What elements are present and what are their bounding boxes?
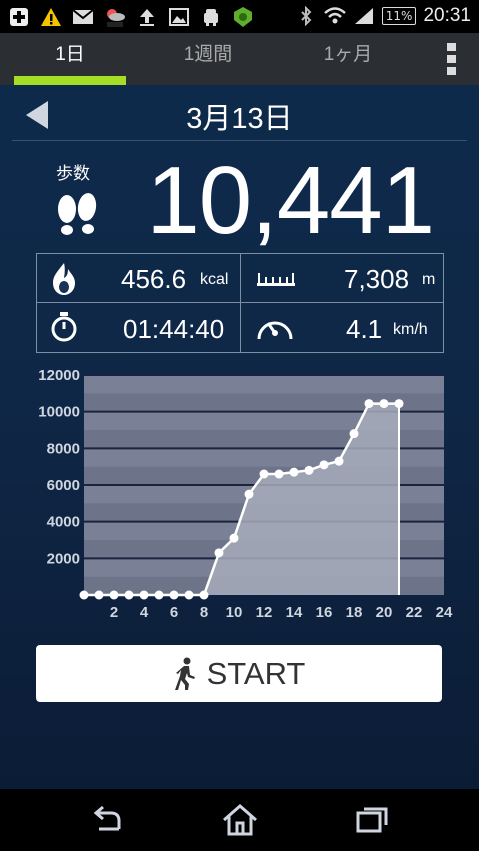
status-right: 11% 20:31 <box>295 5 471 27</box>
data-point <box>79 590 89 600</box>
notification-icons <box>8 6 254 28</box>
x-tick-label: 24 <box>436 604 453 621</box>
mail-icon <box>72 7 94 27</box>
data-point <box>244 489 254 499</box>
active-tab-indicator <box>14 76 126 85</box>
x-tick-label: 18 <box>346 604 363 621</box>
warning-icon <box>40 7 62 27</box>
x-tick-label: 12 <box>256 604 273 621</box>
overflow-menu-icon[interactable] <box>447 43 457 75</box>
y-tick-label: 6000 <box>47 477 80 494</box>
upload-icon <box>136 7 158 27</box>
battery-level: 11% <box>381 7 417 25</box>
flame-icon <box>51 262 77 300</box>
tab-1-month[interactable]: 1ヶ月 <box>292 33 404 85</box>
chart-svg: 200040006000800010000120002 4 6 8 10 12 14 16 18… <box>38 367 453 621</box>
date-label: 3月13日 <box>186 103 293 135</box>
steps-chart: 2000 4000 6000 8000 10000 12000 2 4 6 8 10 12 14 16 18… <box>0 367 479 627</box>
x-tick-label: 8 <box>200 604 208 621</box>
data-point <box>169 590 179 600</box>
speed-unit: km/h <box>393 321 428 338</box>
speed-value: 4.1 <box>346 314 383 344</box>
navigation-bar <box>0 789 479 851</box>
data-point <box>109 590 119 600</box>
image-icon <box>168 7 190 27</box>
date-row: 3月13日 <box>12 85 467 141</box>
start-button[interactable]: START <box>36 645 442 702</box>
duration-value: 01:44:40 <box>123 314 225 344</box>
x-tick-label: 10 <box>226 604 243 621</box>
steps-count: 10,441 <box>146 147 435 254</box>
x-tick-label: 22 <box>406 604 423 621</box>
y-tick-label: 8000 <box>47 440 80 457</box>
stats-panel: 456.6 kcal 7,308 m 01:44:40 4.1 km/h <box>36 253 444 353</box>
data-point <box>304 465 314 475</box>
x-tick-label: 4 <box>140 604 149 621</box>
status-bar: 11% 20:31 <box>0 0 479 33</box>
data-point <box>139 590 149 600</box>
calories-value: 456.6 <box>121 264 187 294</box>
x-tick-label: 14 <box>286 604 303 621</box>
home-icon[interactable] <box>220 803 260 837</box>
tab-1-week[interactable]: 1週間 <box>152 33 264 85</box>
y-tick-label: 4000 <box>47 514 80 531</box>
x-tick-label: 20 <box>376 604 393 621</box>
speedometer-icon <box>255 311 295 347</box>
data-point <box>229 533 239 543</box>
start-label: START <box>206 655 306 691</box>
data-point <box>394 399 404 409</box>
recent-apps-icon[interactable] <box>352 803 392 837</box>
steps-label: 歩数 <box>56 164 90 184</box>
data-point <box>124 590 134 600</box>
walking-icon <box>174 657 195 690</box>
ruler-icon <box>256 270 296 292</box>
footprints-icon <box>54 193 100 241</box>
y-tick-label: 2000 <box>47 550 80 567</box>
back-icon[interactable] <box>87 803 127 837</box>
data-point <box>379 399 389 409</box>
android-icon <box>200 7 222 27</box>
data-point <box>154 590 164 600</box>
x-tick-label: 2 <box>110 604 118 621</box>
clock: 20:31 <box>423 5 471 26</box>
shield-icon <box>232 7 254 27</box>
data-point <box>259 469 269 479</box>
data-point <box>289 467 299 477</box>
plus-icon <box>8 7 30 27</box>
y-tick-label: 10000 <box>38 404 80 421</box>
bluetooth-icon <box>295 6 317 26</box>
stopwatch-icon <box>50 311 78 347</box>
data-point <box>184 590 194 600</box>
data-point <box>94 590 104 600</box>
data-point <box>334 456 344 466</box>
x-tick-label: 6 <box>170 604 178 621</box>
wifi-icon <box>323 6 346 26</box>
data-point <box>199 590 209 600</box>
data-point <box>349 429 359 439</box>
y-tick-label: 12000 <box>38 367 80 384</box>
distance-unit: m <box>422 271 436 288</box>
data-point <box>274 469 284 479</box>
calories-unit: kcal <box>200 271 229 288</box>
data-point <box>319 460 329 470</box>
x-tick-label: 16 <box>316 604 333 621</box>
data-point <box>214 548 224 558</box>
weather-icon <box>104 7 126 27</box>
signal-icon <box>353 6 375 26</box>
main-content: 3月13日 歩数 10,441 456.6 kcal 7,308 m 01:44… <box>0 85 479 789</box>
data-point <box>364 399 374 409</box>
distance-value: 7,308 <box>344 264 410 294</box>
